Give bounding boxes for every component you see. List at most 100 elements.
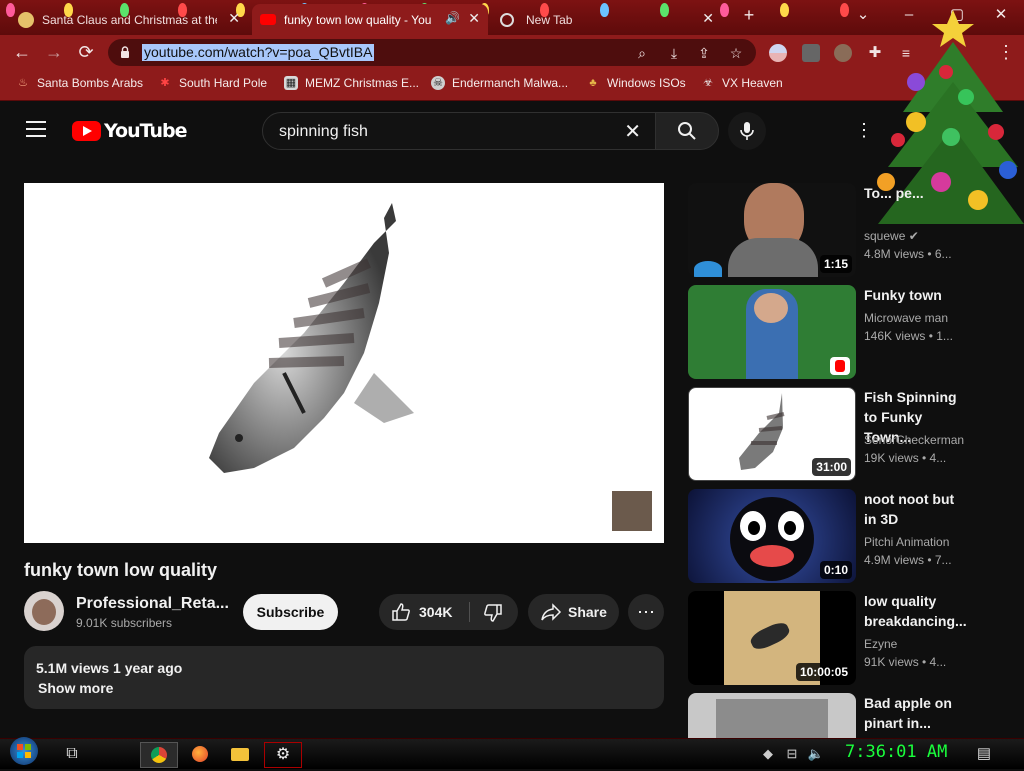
extension-flag-icon[interactable] [769, 44, 787, 62]
channel-avatar[interactable] [24, 591, 64, 631]
settings-menu-icon[interactable]: ⋮ [855, 120, 873, 140]
spinning-fish-frame [209, 203, 414, 473]
share-button[interactable]: Share [528, 594, 619, 630]
chrome-taskbar-icon[interactable] [140, 742, 178, 768]
close-tab-icon[interactable]: ✕ [468, 10, 480, 27]
channel-name[interactable]: SenorCheckerman [864, 433, 964, 447]
like-count: 304K [419, 604, 453, 620]
firefox-taskbar-icon[interactable] [182, 742, 218, 766]
shorts-icon [830, 357, 850, 375]
recommended-video[interactable]: 31:00 Fish Spinning to Funky Town... Sen… [688, 387, 1018, 481]
video-player[interactable] [24, 183, 664, 543]
channel-name[interactable]: Professional_Reta... [76, 595, 229, 613]
voice-search-button[interactable] [728, 112, 766, 150]
dislike-button[interactable] [470, 594, 518, 630]
recommended-video[interactable]: Funky town Microwave man 146K views • 1.… [688, 285, 1018, 379]
recommended-video[interactable]: Bad apple on pinart in... [688, 693, 1018, 738]
channel-name[interactable]: squewe ✔ [864, 229, 919, 243]
youtube-logo[interactable]: YouTube [72, 120, 187, 142]
settings-gear-icon[interactable]: ⚙ [264, 742, 302, 768]
search-icon[interactable]: ⌕ [632, 43, 652, 63]
video-thumbnail[interactable] [688, 285, 856, 379]
bookmark-memz-christmas[interactable]: ▦ MEMZ Christmas E... [284, 76, 419, 90]
bookmark-santa-bombs-arabs[interactable]: ♨ Santa Bombs Arabs [16, 76, 143, 90]
video-thumbnail[interactable]: 31:00 [688, 387, 856, 481]
description-box[interactable]: 5.1M views 1 year ago Show more [24, 646, 664, 709]
recommended-video[interactable]: 1:15 To... pe... squewe ✔ 4.8M views • 6… [688, 183, 1018, 277]
bookmark-south-hard-pole[interactable]: ✱ South Hard Pole [158, 76, 267, 90]
christmas-light [6, 3, 15, 17]
new-tab-button[interactable]: + [734, 4, 764, 26]
back-button[interactable]: ← [10, 40, 34, 64]
address-bar[interactable]: youtube.com/watch?v=poa_QBvtIBA ⌕ ⤓ ⇪ ☆ [108, 39, 756, 66]
more-actions-icon[interactable]: ⋯ [628, 594, 664, 630]
channel-name[interactable]: Ezyne [864, 637, 897, 651]
file-explorer-icon[interactable] [222, 742, 258, 766]
extension-s-icon[interactable] [802, 44, 820, 62]
clear-search-icon[interactable]: ✕ [624, 119, 641, 144]
start-button[interactable] [6, 735, 42, 767]
notification-icon[interactable]: ▤ [966, 742, 1002, 766]
url-text[interactable]: youtube.com/watch?v=poa_QBvtIBA [142, 44, 375, 61]
bookmark-star-icon[interactable]: ☆ [726, 43, 746, 63]
christmas-light [780, 3, 789, 17]
tab-title: New Tab [526, 12, 573, 27]
tab-new-tab[interactable]: New Tab ✕ [492, 4, 722, 35]
youtube-play-icon [72, 121, 101, 141]
taskbar-clock[interactable]: 7:36:01 AM [845, 742, 947, 762]
channel-name[interactable]: Pitchi Animation [864, 535, 949, 549]
channel-name[interactable]: Microwave man [864, 311, 948, 325]
video-title[interactable]: Bad apple on pinart in... [864, 693, 968, 733]
recommended-video[interactable]: 10:00:05 low quality breakdancing... Ezy… [688, 591, 1018, 685]
bookmark-endermanch-malware[interactable]: ☠ Endermanch Malwa... [431, 76, 568, 90]
video-thumbnail[interactable] [688, 693, 856, 738]
reload-button[interactable]: ⟳ [74, 40, 98, 64]
taskbar: ⧉ ⚙ ◆ ⊟ 🔈 7:36:01 AM ▤ [0, 735, 1024, 769]
share-icon[interactable]: ⇪ [694, 43, 714, 63]
video-meta: 91K views • 4... [864, 655, 947, 669]
video-thumbnail[interactable]: 0:10 [688, 489, 856, 583]
tab-funky-town[interactable]: funky town low quality - You 🔊 ✕ [252, 4, 488, 35]
thumbs-up-icon [392, 603, 410, 621]
memz-icon: ▦ [284, 76, 298, 90]
video-thumbnail[interactable]: 1:15 [688, 183, 856, 277]
like-button[interactable]: 304K [379, 594, 469, 630]
audio-playing-icon[interactable]: 🔊 [445, 11, 460, 25]
volume-icon[interactable]: 🔈 [806, 742, 826, 766]
bookmark-label: Santa Bombs Arabs [37, 76, 144, 90]
search-input[interactable]: spinning fish [279, 123, 368, 141]
youtube-favicon-icon [260, 14, 276, 25]
bookmark-label: VX Heaven [722, 76, 783, 90]
video-title[interactable]: Funky town [864, 285, 968, 305]
channel-watermark[interactable] [612, 491, 652, 531]
bookmark-label: South Hard Pole [179, 76, 268, 90]
video-title[interactable]: low quality breakdancing... [864, 591, 968, 631]
hamburger-menu-icon[interactable] [26, 121, 46, 137]
recommended-video[interactable]: 0:10 noot noot but in 3D Pitchi Animatio… [688, 489, 1018, 583]
search-icon [678, 122, 696, 140]
bookmark-windows-isos[interactable]: ♣ Windows ISOs [586, 76, 685, 90]
extension-avatar-icon[interactable] [834, 44, 852, 62]
task-view-icon[interactable]: ⧉ [54, 742, 90, 766]
bookmark-vx-heaven[interactable]: ☣ VX Heaven [701, 76, 783, 90]
video-title[interactable]: noot noot but in 3D [864, 489, 968, 529]
microphone-icon [740, 122, 754, 140]
network-icon[interactable]: ⊟ [782, 742, 802, 766]
favicon-icon [18, 11, 34, 28]
close-tab-icon[interactable]: ✕ [702, 10, 714, 27]
search-box[interactable]: spinning fish ✕ [262, 112, 656, 150]
search-button[interactable] [655, 112, 719, 150]
lock-icon[interactable] [120, 46, 130, 59]
flame-icon: ♨ [18, 77, 28, 89]
close-tab-icon[interactable]: ✕ [228, 10, 240, 27]
biohazard-icon: ☣ [703, 77, 713, 89]
system-tray-icon[interactable]: ◆ [758, 742, 778, 766]
subscribe-button[interactable]: Subscribe [243, 594, 338, 630]
install-icon[interactable]: ⤓ [664, 43, 684, 63]
forward-button[interactable]: → [42, 40, 66, 64]
tab-santa-claus[interactable]: Santa Claus and Christmas at the ✕ [18, 4, 248, 35]
video-title[interactable]: To... pe... [864, 183, 968, 203]
video-thumbnail[interactable]: 10:00:05 [688, 591, 856, 685]
share-label: Share [568, 604, 607, 620]
show-more-link[interactable]: Show more [38, 680, 113, 696]
